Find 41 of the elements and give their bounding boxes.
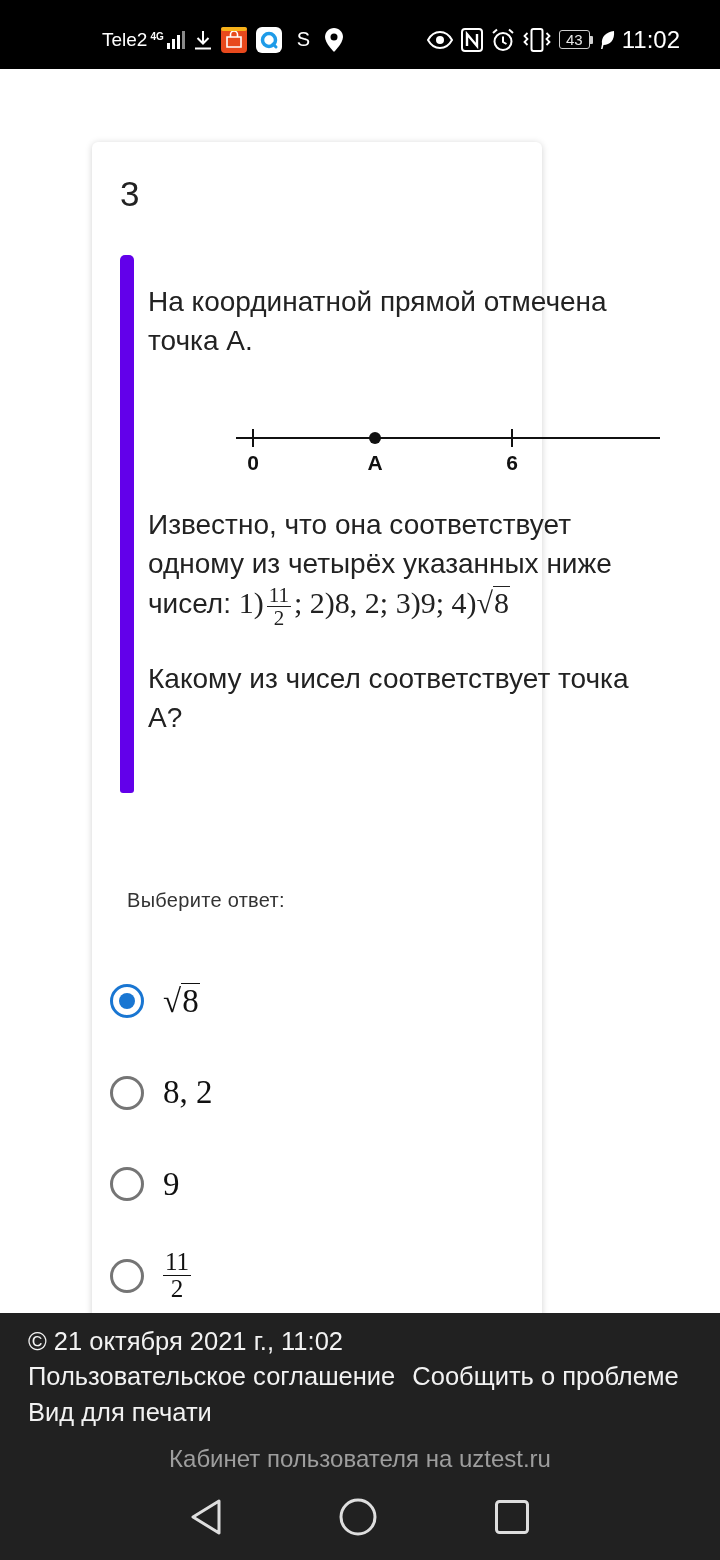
vibrate-icon: [523, 27, 552, 52]
notification-letter: S: [296, 28, 311, 51]
radio-button[interactable]: [110, 1258, 144, 1293]
nfc-icon: [461, 27, 484, 52]
tick-label: 0: [247, 451, 259, 474]
question-text: На координатной прямой отмечена точка А.: [148, 285, 608, 358]
tick-label: 6: [506, 451, 518, 474]
alarm-clock-icon: [491, 27, 516, 52]
home-icon[interactable]: [339, 1497, 377, 1536]
answer-prompt: Выберите ответ:: [127, 887, 285, 912]
ring-app-icon: [255, 26, 282, 53]
footer-link[interactable]: Пользовательское соглашение: [28, 1359, 396, 1395]
download-icon: [193, 29, 212, 50]
option-label: √8: [163, 982, 200, 1020]
shopping-bag-app-icon: [220, 26, 247, 53]
radio-button[interactable]: [110, 984, 144, 1019]
option-label: 8, 2: [163, 1074, 213, 1112]
radio-button[interactable]: [110, 1075, 144, 1110]
tick-mark: [252, 428, 254, 448]
recent-apps-icon[interactable]: [495, 1499, 529, 1534]
leaf-icon: [600, 30, 615, 49]
battery-indicator: 43: [559, 30, 593, 49]
footer-link[interactable]: Вид для печати: [28, 1394, 212, 1430]
tick-mark: [511, 428, 513, 448]
option-label: 11 2: [163, 1249, 192, 1303]
copyright-text: © 21 октября 2021 г., 11:02: [28, 1326, 343, 1357]
question-prompt: Какому из чисел соответствует точка А?: [148, 661, 630, 735]
footer-link[interactable]: Сообщить о проблеме: [412, 1359, 679, 1395]
point-dot: [369, 432, 381, 444]
location-pin-icon: [325, 27, 344, 52]
point-label: A: [367, 451, 383, 474]
eye-icon: [427, 30, 454, 49]
network-type: 4G: [150, 30, 164, 42]
clock-time: 11:02: [621, 25, 680, 54]
signal-bars-icon: [166, 30, 185, 49]
radio-button[interactable]: [110, 1167, 144, 1202]
back-icon[interactable]: [191, 1498, 221, 1535]
carrier-name: Tele2: [102, 28, 148, 51]
site-link[interactable]: Кабинет пользователя на uztest.ru: [169, 1442, 551, 1476]
question-number: 3: [120, 173, 140, 215]
option-label: 9: [163, 1165, 180, 1203]
